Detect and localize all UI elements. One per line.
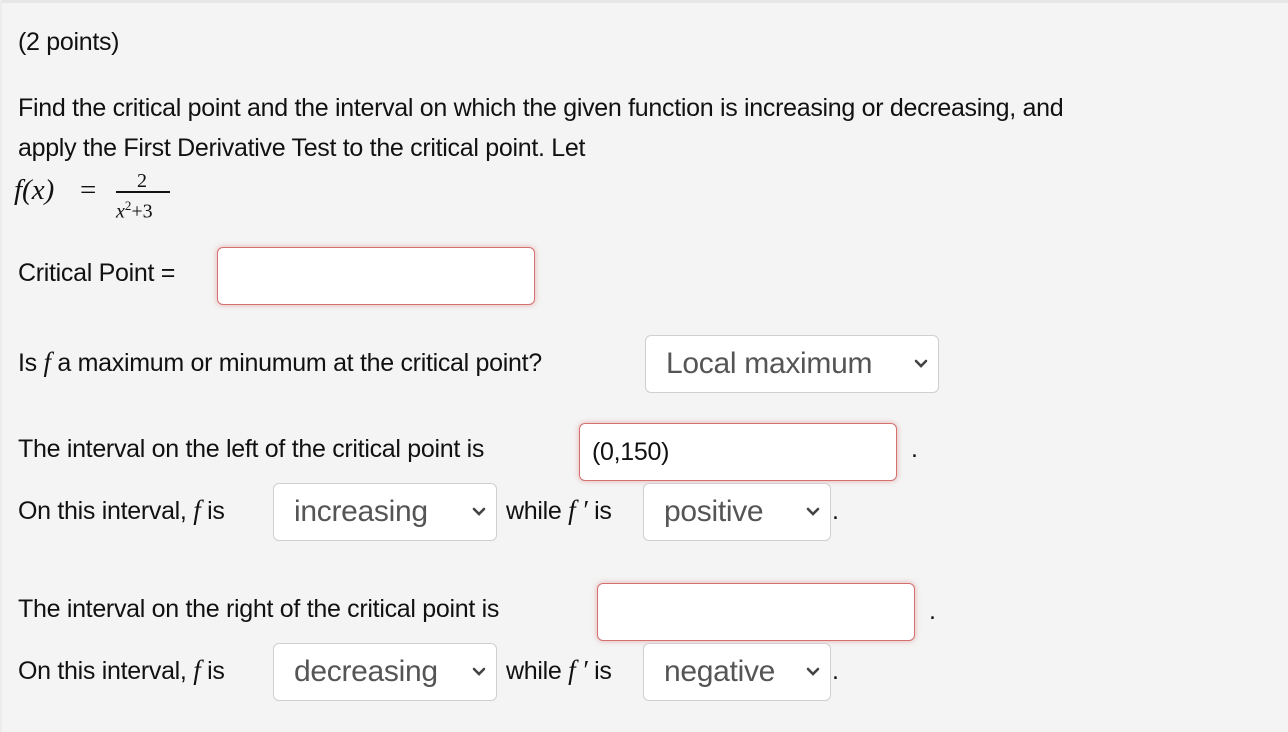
chevron-down-icon xyxy=(806,507,820,516)
denominator-base: x xyxy=(116,200,125,223)
left-derivative-selected: positive xyxy=(664,495,764,528)
left-behavior-prefix: On this interval, xyxy=(18,497,187,525)
left-deriv-is: is xyxy=(594,497,612,525)
points-label: (2 points) xyxy=(18,28,120,56)
critical-point-label: Critical Point = xyxy=(18,259,176,287)
left-derivative-label: while f ′ is xyxy=(506,495,612,526)
right-behavior-label: On this interval, f is xyxy=(18,655,225,686)
top-border xyxy=(0,0,1288,3)
right-behavior-prefix: On this interval, xyxy=(18,657,187,685)
right-end-period: . xyxy=(832,657,839,685)
right-interval-input[interactable] xyxy=(597,583,915,641)
left-derivative-select[interactable]: positive xyxy=(643,483,831,541)
chevron-down-icon xyxy=(472,507,486,516)
left-interval-period: . xyxy=(911,435,918,463)
fraction-bar xyxy=(116,191,170,193)
left-interval-input[interactable] xyxy=(579,423,897,481)
left-interval-label: The interval on the left of the critical… xyxy=(18,435,485,463)
extremum-prefix: Is xyxy=(18,349,37,377)
left-behavior-select[interactable]: increasing xyxy=(273,483,497,541)
right-behavior-var: f xyxy=(193,655,201,685)
right-interval-label: The interval on the right of the critica… xyxy=(18,595,500,623)
left-behavior-selected: increasing xyxy=(294,495,428,528)
left-border xyxy=(0,0,2,732)
left-while: while xyxy=(506,497,562,525)
extremum-select[interactable]: Local maximum xyxy=(645,335,939,393)
equals-sign: = xyxy=(80,174,97,206)
function-lhs: f(x) xyxy=(14,174,55,206)
right-derivative-selected: negative xyxy=(664,655,776,688)
question-line-1: Find the critical point and the interval… xyxy=(18,94,1064,122)
right-while: while xyxy=(506,657,562,685)
left-behavior-is: is xyxy=(207,497,225,525)
fraction-denominator: x2+3 xyxy=(116,198,153,224)
right-behavior-select[interactable]: decreasing xyxy=(273,643,497,701)
right-deriv-is: is xyxy=(594,657,612,685)
right-deriv-var: f ′ xyxy=(568,655,588,685)
chevron-down-icon xyxy=(914,359,928,368)
right-derivative-label: while f ′ is xyxy=(506,655,612,686)
right-interval-period: . xyxy=(929,597,936,625)
right-behavior-selected: decreasing xyxy=(294,655,438,688)
chevron-down-icon xyxy=(806,667,820,676)
question-line-2: apply the First Derivative Test to the c… xyxy=(18,134,586,162)
critical-point-input[interactable] xyxy=(217,247,535,305)
extremum-suffix: a maximum or minumum at the critical poi… xyxy=(57,349,542,377)
right-behavior-is: is xyxy=(207,657,225,685)
denominator-rest: +3 xyxy=(131,200,153,223)
fraction-numerator: 2 xyxy=(137,170,147,192)
left-behavior-label: On this interval, f is xyxy=(18,495,225,526)
right-derivative-select[interactable]: negative xyxy=(643,643,831,701)
extremum-question: Is f a maximum or minumum at the critica… xyxy=(18,347,542,378)
extremum-var: f xyxy=(43,347,52,377)
left-behavior-var: f xyxy=(193,495,201,525)
chevron-down-icon xyxy=(472,667,486,676)
left-deriv-var: f ′ xyxy=(568,495,588,525)
left-end-period: . xyxy=(832,497,839,525)
extremum-selected: Local maximum xyxy=(666,347,873,380)
